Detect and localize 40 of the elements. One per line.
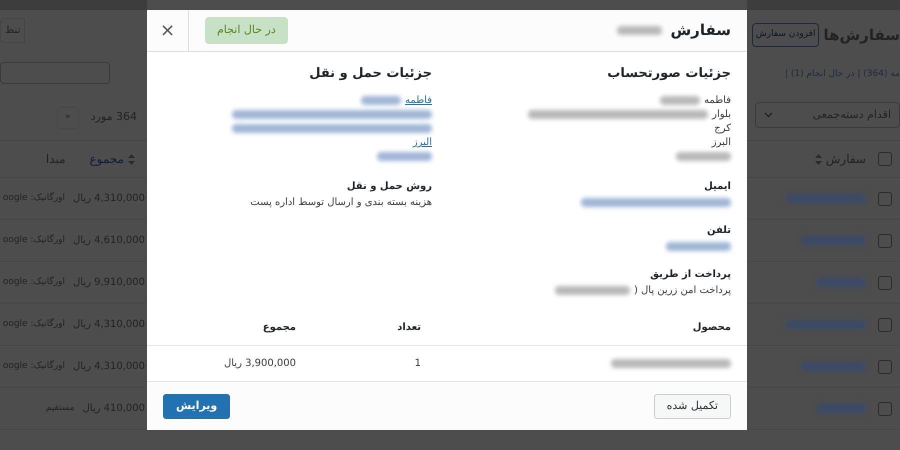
edit-button[interactable]: ویرایش <box>163 394 230 418</box>
address-line: بلوار <box>712 108 731 122</box>
column-header: محصول <box>692 321 731 335</box>
section-heading: جزئیات حمل و نقل <box>308 65 432 83</box>
table-cell-text: 1 <box>414 357 421 371</box>
field-label: تلفن <box>706 224 731 238</box>
column-header[interactable]: مجموع <box>90 150 124 168</box>
modal-title: سفارش <box>670 20 731 42</box>
add-order-button[interactable]: افزودن سفارش <box>752 23 820 47</box>
address-line: کرج <box>714 122 731 136</box>
field-value: هزینه بسته بندی و ارسال توسط اداره پست <box>249 196 432 210</box>
chevron-down-icon <box>764 112 773 118</box>
field-label: روش حمل و نقل <box>346 180 432 194</box>
checkbox[interactable] <box>878 276 892 290</box>
field-value: پرداخت امن زرین پال ( <box>634 284 731 298</box>
blurred-text <box>666 242 731 251</box>
checkbox[interactable] <box>878 402 892 416</box>
blurred-text <box>617 26 662 35</box>
address-line: فاطمه <box>704 94 731 108</box>
blurred-text <box>816 278 866 287</box>
status-badge: در حال انجام <box>205 17 288 44</box>
blurred-text <box>801 236 866 245</box>
checkbox[interactable] <box>878 152 892 166</box>
table-cell-text: 3,900,000 ریال <box>222 357 296 371</box>
checkbox[interactable] <box>878 234 892 248</box>
checkbox[interactable] <box>878 192 892 206</box>
address-line: البرز <box>712 136 731 150</box>
field-label: ایمیل <box>703 180 731 194</box>
field-label: پرداخت از طریق <box>649 268 731 282</box>
status-button[interactable]: تکمیل شده <box>654 394 731 418</box>
column-header: تعداد <box>396 321 421 335</box>
column-header: مجموع <box>262 321 296 335</box>
address-link[interactable]: البرز <box>412 135 432 150</box>
section-heading: جزئیات صورتحساب <box>606 65 731 83</box>
checkbox[interactable] <box>878 360 892 374</box>
checkbox[interactable] <box>878 318 892 332</box>
blurred-text <box>816 404 866 413</box>
address-link[interactable]: فاطمه <box>405 93 432 108</box>
blurred-text <box>801 362 866 371</box>
first-page-button[interactable]: « <box>56 106 79 128</box>
